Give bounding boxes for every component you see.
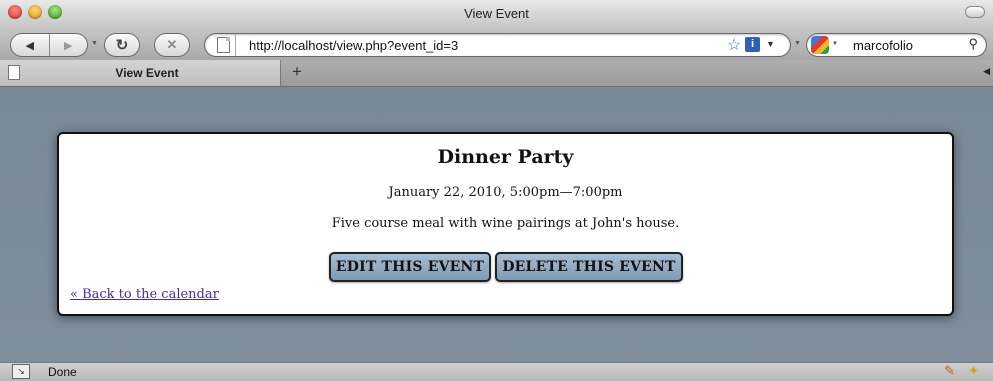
event-title: Dinner Party [437, 146, 574, 168]
page-viewport: Dinner Party January 22, 2010, 5:00pm—7:… [0, 87, 993, 362]
event-time: January 22, 2010, 5:00pm—7:00pm [388, 185, 623, 200]
url-dropdown-icon[interactable]: ▼ [766, 39, 775, 49]
address-bar[interactable]: http://localhost/view.php?event_id=3 ☆ i… [204, 33, 791, 57]
address-extra-dropdown-icon[interactable]: ▼ [794, 40, 801, 47]
status-text: Done [48, 365, 77, 379]
addon-tool-icon[interactable]: ✎ [944, 363, 955, 379]
search-input[interactable]: marcofolio [853, 38, 913, 53]
forward-button[interactable]: ▶ [48, 34, 88, 56]
tab-page-icon [8, 65, 20, 80]
reload-icon: ↻ [115, 37, 129, 54]
bookmark-star-icon[interactable]: ☆ [727, 35, 741, 55]
search-icon[interactable]: ⚲ [968, 36, 978, 52]
addon-status-icon[interactable]: ✦ [968, 363, 979, 379]
new-tab-button[interactable]: + [286, 62, 308, 82]
tabs-overflow-icon[interactable]: ◀ [983, 66, 990, 77]
address-divider [235, 34, 236, 56]
status-bar: ↘ Done ✎ ✦ [0, 362, 993, 381]
tab-view-event[interactable]: View Event [0, 60, 281, 86]
event-card: Dinner Party January 22, 2010, 5:00pm—7:… [57, 132, 954, 316]
back-to-calendar-link[interactable]: « Back to the calendar [70, 287, 219, 302]
tab-label: View Event [115, 66, 179, 80]
stop-icon: ✕ [166, 37, 178, 52]
browser-toolbar: ◀ ▶ ▼ ↻ ✕ http://localhost/view.php?even… [0, 26, 993, 60]
tab-strip: View Event + ◀ [0, 60, 993, 87]
event-description: Five course meal with wine pairings at J… [331, 216, 680, 231]
back-arrow-icon: ◀ [25, 39, 34, 52]
page-icon [217, 37, 230, 53]
search-engine-icon[interactable] [811, 36, 829, 54]
url-text[interactable]: http://localhost/view.php?event_id=3 [249, 38, 458, 53]
search-engine-dropdown-icon[interactable]: ▼ [832, 41, 838, 47]
delete-event-button[interactable]: DELETE THIS EVENT [495, 252, 683, 282]
search-field[interactable]: ▼ marcofolio ⚲ [806, 33, 987, 57]
plus-icon: + [292, 62, 302, 81]
stop-button[interactable]: ✕ [154, 33, 190, 57]
forward-arrow-icon: ▶ [64, 39, 73, 52]
history-nav-group: ◀ ▶ [10, 33, 88, 57]
window-titlebar: View Event [0, 0, 993, 26]
history-dropdown-icon[interactable]: ▼ [91, 40, 98, 47]
page-info-icon[interactable]: i [745, 37, 760, 52]
window-title: View Event [464, 6, 529, 21]
status-resize-icon[interactable]: ↘ [12, 364, 30, 379]
toolbar-toggle-button[interactable] [965, 6, 985, 18]
back-button[interactable]: ◀ [11, 34, 49, 56]
reload-button[interactable]: ↻ [104, 33, 140, 57]
edit-event-button[interactable]: EDIT THIS EVENT [329, 252, 491, 282]
